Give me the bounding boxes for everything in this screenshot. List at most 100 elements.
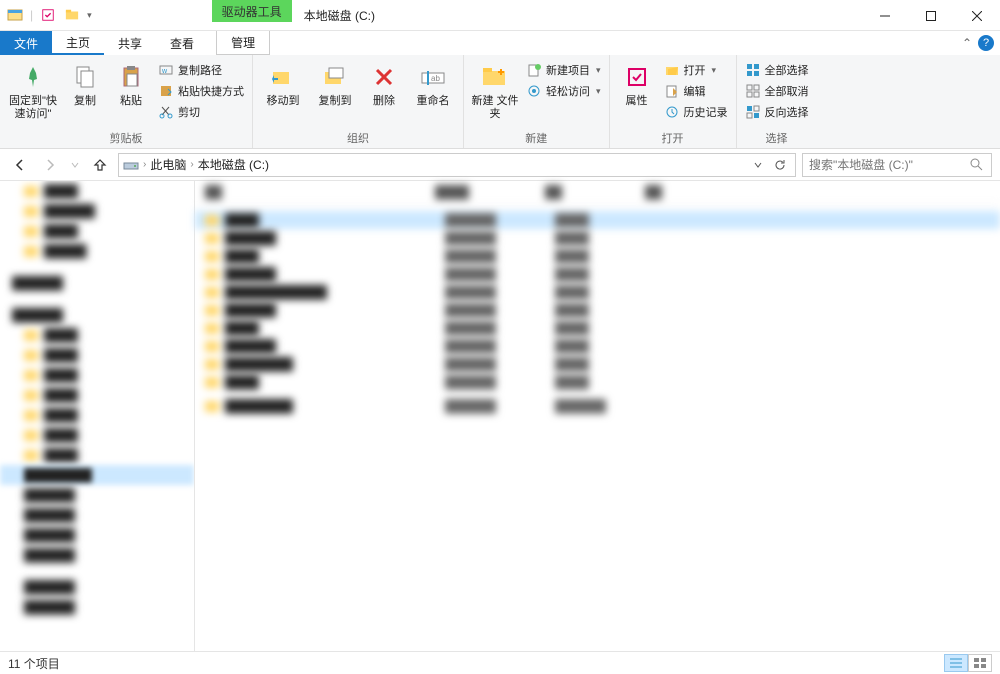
edit-button[interactable]: 编辑 (662, 82, 730, 100)
cut-button[interactable]: 剪切 (156, 103, 246, 121)
tab-home[interactable]: 主页 (52, 31, 104, 55)
tab-share[interactable]: 共享 (104, 31, 156, 55)
easy-access-button[interactable]: 轻松访问▾ (524, 82, 603, 100)
file-row-selected[interactable]: ██████████████ (195, 211, 1000, 229)
tree-item[interactable] (0, 293, 194, 305)
forward-button[interactable] (38, 153, 62, 177)
details-view-button[interactable] (944, 654, 968, 672)
copy-icon (69, 61, 101, 93)
file-row[interactable]: ████████████████ (195, 301, 1000, 319)
ribbon-group-select: 全部选择 全部取消 反向选择 选择 (737, 55, 817, 148)
file-row[interactable]: ██████████████████████ (195, 283, 1000, 301)
tree-item[interactable]: ██████ (0, 525, 194, 545)
up-button[interactable] (88, 153, 112, 177)
history-button[interactable]: 历史记录 (662, 103, 730, 121)
copy-path-button[interactable]: w复制路径 (156, 61, 246, 79)
breadcrumb-local-disk[interactable]: 本地磁盘 (C:) (198, 156, 269, 173)
search-box[interactable] (802, 153, 992, 177)
paste-button[interactable]: 粘贴 (110, 57, 152, 108)
help-icon[interactable]: ? (978, 35, 994, 51)
icons-view-button[interactable] (968, 654, 992, 672)
tree-item[interactable]: ████ (0, 365, 194, 385)
tree-item[interactable]: ████ (0, 385, 194, 405)
properties-icon (621, 61, 653, 93)
move-to-button[interactable]: 移动到 (259, 57, 307, 108)
tab-view[interactable]: 查看 (156, 31, 208, 55)
qat-dropdown-icon[interactable]: ▾ (87, 10, 92, 21)
minimize-button[interactable] (862, 0, 908, 31)
search-icon[interactable] (969, 157, 985, 173)
ribbon: 固定到"快 速访问" 复制 粘贴 w复制路径 粘贴快捷方式 剪切 剪贴板 移动到 (0, 55, 1000, 149)
copy-button[interactable]: 复制 (64, 57, 106, 108)
refresh-button[interactable] (769, 154, 791, 176)
file-row[interactable]: ████████████████████ (195, 397, 1000, 415)
tree-item[interactable]: ██████ (0, 545, 194, 565)
chevron-right-icon[interactable]: › (190, 159, 193, 170)
item-count: 11 个项目 (8, 655, 60, 672)
tree-item[interactable]: ████ (0, 405, 194, 425)
file-row[interactable]: ██████████████████ (195, 355, 1000, 373)
properties-qat-icon[interactable] (39, 6, 57, 24)
maximize-button[interactable] (908, 0, 954, 31)
tree-item[interactable]: ████ (0, 181, 194, 201)
rename-button[interactable]: ab 重命名 (409, 57, 457, 108)
copy-to-button[interactable]: 复制到 (311, 57, 359, 108)
navigation-pane[interactable]: ████ ██████ ████ █████ ██████ ██████ ███… (0, 181, 195, 651)
select-none-button[interactable]: 全部取消 (743, 82, 811, 100)
file-row[interactable]: ██████████████ (195, 247, 1000, 265)
address-bar[interactable]: › 此电脑 › 本地磁盘 (C:) (118, 153, 796, 177)
new-item-button[interactable]: 新建项目▾ (524, 61, 603, 79)
tree-item[interactable]: ████ (0, 325, 194, 345)
drive-icon (123, 158, 139, 172)
tab-file[interactable]: 文件 (0, 31, 52, 55)
new-folder-button[interactable]: 新建 文件夹 (470, 57, 520, 121)
tree-item[interactable]: ██████ (0, 505, 194, 525)
back-button[interactable] (8, 153, 32, 177)
tree-item[interactable]: ██████ (0, 597, 194, 617)
tree-item[interactable] (0, 261, 194, 273)
pin-to-quick-access-button[interactable]: 固定到"快 速访问" (6, 57, 60, 121)
tree-item[interactable]: ██████ (0, 577, 194, 597)
file-list-pane[interactable]: ██████████ ██████████████ ██████████████… (195, 181, 1000, 651)
tree-item[interactable]: ██████ (0, 305, 194, 325)
tree-item[interactable] (0, 565, 194, 577)
file-row[interactable]: ████████████████ (195, 337, 1000, 355)
file-row[interactable]: ████████████████ (195, 265, 1000, 283)
tree-item[interactable]: ████ (0, 425, 194, 445)
chevron-right-icon[interactable]: › (143, 159, 146, 170)
easy-access-icon (526, 83, 542, 99)
file-row[interactable]: ██████████████ (195, 319, 1000, 337)
tree-item-selected[interactable]: ████████ (0, 465, 194, 485)
tree-item[interactable]: ██████ (0, 201, 194, 221)
copy-to-icon (319, 61, 351, 93)
ribbon-collapse-icon[interactable]: ⌃ (962, 36, 972, 50)
select-all-button[interactable]: 全部选择 (743, 61, 811, 79)
close-button[interactable] (954, 0, 1000, 31)
edit-icon (664, 83, 680, 99)
new-folder-qat-icon[interactable] (63, 6, 81, 24)
open-icon (664, 62, 680, 78)
context-tab-drive-tools[interactable]: 驱动器工具 (212, 0, 292, 22)
content-area: ████ ██████ ████ █████ ██████ ██████ ███… (0, 181, 1000, 651)
properties-button[interactable]: 属性 (616, 57, 658, 108)
file-row[interactable]: ████████████████ (195, 229, 1000, 247)
address-dropdown-button[interactable] (747, 154, 769, 176)
tree-item[interactable]: ██████ (0, 485, 194, 505)
tree-item[interactable]: █████ (0, 241, 194, 261)
file-row[interactable]: ██████████████ (195, 373, 1000, 391)
tree-item[interactable]: ██████ (0, 273, 194, 293)
column-headers[interactable]: ██████████ (195, 181, 1000, 205)
open-button[interactable]: 打开▾ (662, 61, 730, 79)
delete-button[interactable]: 删除 (363, 57, 405, 108)
search-input[interactable] (809, 158, 969, 172)
tree-item[interactable]: ████ (0, 345, 194, 365)
tree-item[interactable]: ████ (0, 221, 194, 241)
invert-selection-button[interactable]: 反向选择 (743, 103, 811, 121)
tree-item[interactable]: ████ (0, 445, 194, 465)
tab-manage[interactable]: 管理 (216, 31, 270, 55)
breadcrumb-this-pc[interactable]: 此电脑 (150, 156, 186, 173)
paste-shortcut-button[interactable]: 粘贴快捷方式 (156, 82, 246, 100)
move-to-icon (267, 61, 299, 93)
group-label-select: 选择 (743, 128, 811, 148)
recent-locations-button[interactable] (68, 153, 82, 177)
